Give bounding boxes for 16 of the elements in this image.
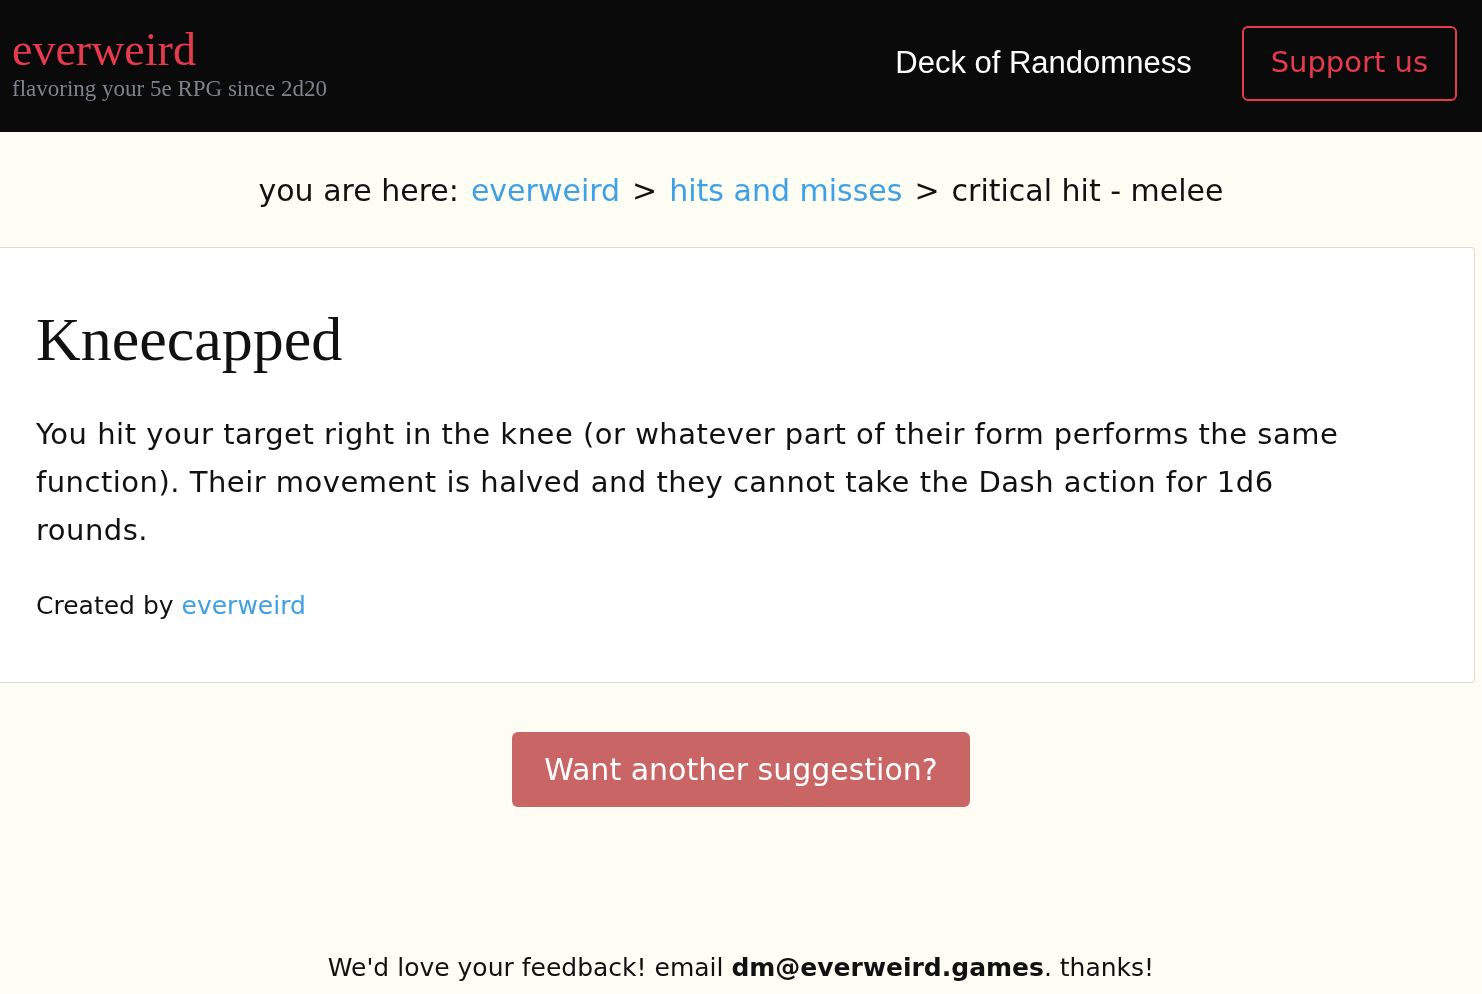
breadcrumb-label: you are here: (258, 172, 459, 210)
site-tagline: flavoring your 5e RPG since 2d20 (12, 75, 327, 103)
breadcrumb-link[interactable]: hits and misses (669, 168, 903, 213)
card-description: You hit your target right in the knee (or whatever part of their form performs the same function). Their movement is halved and they cannot take the Dash action for 1d6 rounds. (36, 416, 1340, 549)
breadcrumb-current: critical hit - melee (951, 172, 1224, 210)
breadcrumb-separator: > (914, 172, 940, 210)
author-link[interactable]: everweird (181, 588, 306, 624)
feedback-text: We'd love your feedback! email dm@everweird.games. thanks! (326, 952, 1156, 984)
breadcrumb-link[interactable]: everweird (470, 168, 621, 213)
credit-label: Created by (36, 590, 174, 622)
support-button[interactable]: Support us (1241, 25, 1457, 101)
nav-link[interactable]: Deck of Randomness (895, 39, 1192, 87)
breadcrumb-separator: > (632, 172, 658, 210)
site-logo[interactable]: everweird (12, 25, 327, 75)
card-title: Kneecapped (36, 304, 344, 375)
suggestion-button[interactable]: Want another suggestion? (512, 732, 970, 807)
